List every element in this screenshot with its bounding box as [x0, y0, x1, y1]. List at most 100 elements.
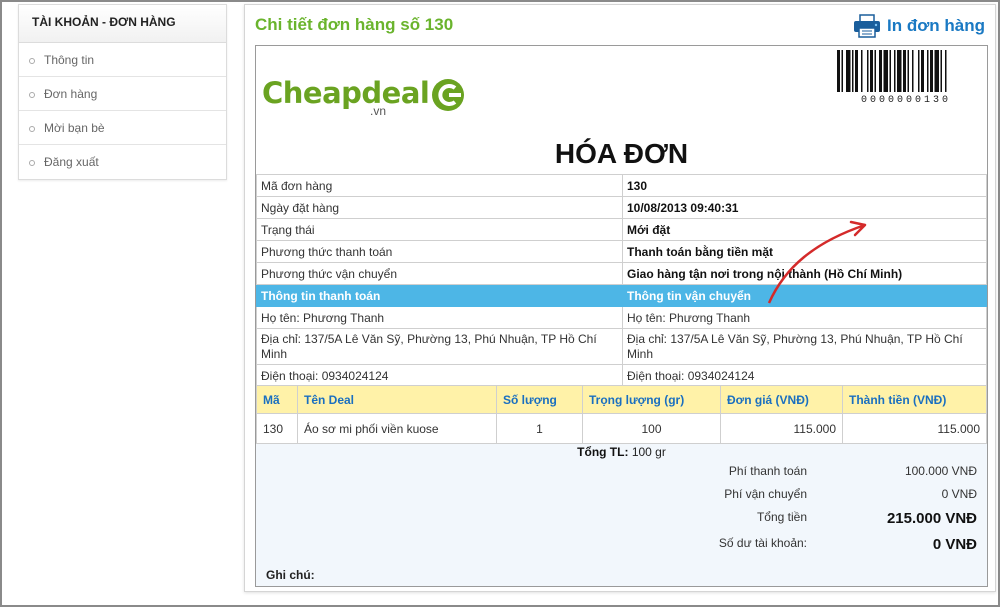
shipping-fee-value: 0 VNĐ — [941, 487, 977, 501]
logo-mark-icon — [432, 79, 465, 111]
col-header-qty: Số lượng — [496, 385, 583, 414]
item-weight: 100 — [582, 413, 721, 444]
info-label: Trạng thái — [256, 218, 623, 241]
info-row-status: Trạng thái Mới đặt — [256, 218, 987, 241]
shipping-address: Địa chỉ: 137/5A Lê Văn Sỹ, Phường 13, Ph… — [622, 328, 987, 365]
account-sidebar: TÀI KHOẢN - ĐƠN HÀNG Thông tin Đơn hàng … — [18, 4, 227, 180]
barcode-number: 0000000130 — [860, 95, 951, 106]
order-summary: Phí thanh toán 100.000 VNĐ Phí vận chuyể… — [657, 464, 977, 562]
barcode-bar — [903, 50, 906, 92]
order-info-table: Mã đơn hàng 130 Ngày đặt hàng 10/08/2013… — [256, 174, 987, 387]
order-items-table: Mã Tên Deal Số lượng Trọng lượng (gr) Đơ… — [256, 385, 987, 444]
barcode-bars — [837, 50, 947, 92]
summary-payment-fee: Phí thanh toán 100.000 VNĐ — [657, 464, 977, 478]
bullet-icon — [29, 125, 35, 132]
info-value: 130 — [622, 174, 987, 197]
balance-value: 0 VNĐ — [932, 536, 977, 553]
item-unit-price: 115.000 — [720, 413, 843, 444]
barcode-bar — [879, 50, 882, 92]
print-order-button[interactable]: In đơn hàng — [853, 14, 985, 38]
order-detail-panel: Chi tiết đơn hàng số 130 In đơn hàng Che… — [244, 4, 996, 592]
barcode-bar — [867, 50, 869, 92]
contact-address-row: Địa chỉ: 137/5A Lê Văn Sỹ, Phường 13, Ph… — [256, 328, 987, 365]
item-code: 130 — [256, 413, 298, 444]
col-header-code: Mã — [256, 385, 298, 414]
barcode: 0000000130 — [835, 50, 977, 106]
sidebar-item-orders[interactable]: Đơn hàng — [19, 77, 226, 111]
barcode-bar — [927, 50, 929, 92]
info-row-shipping-method: Phương thức vận chuyển Giao hàng tận nơi… — [256, 262, 987, 285]
sidebar-title: TÀI KHOẢN - ĐƠN HÀNG — [19, 5, 226, 43]
contact-name-row: Họ tên: Phương Thanh Họ tên: Phương Than… — [256, 306, 987, 329]
sidebar-item-invite-friends[interactable]: Mời bạn bè — [19, 111, 226, 145]
barcode-bar — [870, 50, 873, 92]
payment-phone: Điện thoại: 0934024124 — [256, 364, 623, 387]
sidebar-item-label: Thông tin — [44, 53, 95, 67]
note-label: Ghi chú: — [266, 568, 315, 582]
info-row-order-id: Mã đơn hàng 130 — [256, 174, 987, 197]
barcode-bar — [894, 50, 896, 92]
total-weight-label: Tổng TL: — [577, 445, 629, 459]
invoice-header: Cheapdeal .vn 0000000130 HÓA ĐƠN — [256, 46, 987, 174]
barcode-bar — [912, 50, 914, 92]
shipping-fee-label: Phí vận chuyển — [724, 487, 807, 501]
barcode-bar — [837, 50, 840, 92]
barcode-bar — [940, 50, 942, 92]
section-header-row: Thông tin thanh toán Thông tin vận chuyể… — [256, 284, 987, 307]
cheapdeal-logo: Cheapdeal .vn — [262, 76, 465, 118]
col-header-deal: Tên Deal — [297, 385, 497, 414]
payment-fee-value: 100.000 VNĐ — [904, 464, 977, 478]
sidebar-item-logout[interactable]: Đăng xuất — [19, 145, 226, 179]
shipping-name: Họ tên: Phương Thanh — [622, 306, 987, 329]
barcode-bar — [852, 50, 854, 92]
info-label: Phương thức vận chuyển — [256, 262, 623, 285]
contact-phone-row: Điện thoại: 0934024124 Điện thoại: 09340… — [256, 364, 987, 387]
barcode-bar — [883, 50, 888, 92]
balance-label: Số dư tài khoản: — [718, 536, 807, 550]
info-label: Mã đơn hàng — [256, 174, 623, 197]
barcode-bar — [861, 50, 863, 92]
payment-info-header: Thông tin thanh toán — [256, 284, 623, 307]
total-value: 215.000 VNĐ — [886, 510, 977, 527]
page-title: Chi tiết đơn hàng số 130 — [255, 15, 454, 34]
info-value: 10/08/2013 09:40:31 — [622, 196, 987, 219]
invoice-title: HÓA ĐƠN — [554, 138, 689, 169]
sidebar-item-info[interactable]: Thông tin — [19, 43, 226, 77]
payment-name: Họ tên: Phương Thanh — [256, 306, 623, 329]
payment-fee-label: Phí thanh toán — [728, 464, 807, 478]
total-label: Tổng tiền — [756, 510, 807, 524]
sidebar-item-label: Đơn hàng — [44, 87, 98, 101]
info-row-order-date: Ngày đặt hàng 10/08/2013 09:40:31 — [256, 196, 987, 219]
barcode-bar — [841, 50, 843, 92]
total-weight: Tổng TL: 100 gr — [256, 445, 987, 459]
barcode-bar — [846, 50, 851, 92]
print-label: In đơn hàng — [886, 16, 985, 35]
logo-suffix: .vn — [370, 104, 387, 118]
total-weight-value: 100 gr — [631, 445, 666, 459]
barcode-bar — [930, 50, 933, 92]
bullet-icon — [29, 159, 35, 166]
col-header-total: Thành tiền (VNĐ) — [842, 385, 987, 414]
barcode-bar — [907, 50, 909, 92]
barcode-bar — [889, 50, 891, 92]
sidebar-item-label: Mời bạn bè — [44, 121, 105, 135]
bullet-icon — [29, 91, 35, 98]
payment-address: Địa chỉ: 137/5A Lê Văn Sỹ, Phường 13, Ph… — [256, 328, 623, 365]
bullet-icon — [29, 57, 35, 64]
barcode-bar — [921, 50, 924, 92]
barcode-bar — [897, 50, 902, 92]
info-label: Phương thức thanh toán — [256, 240, 623, 263]
item-name: Áo sơ mi phối viền kuose — [297, 413, 497, 444]
col-header-unit-price: Đơn giá (VNĐ) — [720, 385, 843, 414]
sidebar-item-label: Đăng xuất — [44, 155, 99, 169]
table-row: 130 Áo sơ mi phối viền kuose 1 100 115.0… — [256, 413, 987, 444]
barcode-bar — [874, 50, 876, 92]
barcode-bar — [945, 50, 947, 92]
info-row-payment-method: Phương thức thanh toán Thanh toán bằng t… — [256, 240, 987, 263]
barcode-bar — [855, 50, 858, 92]
summary-shipping-fee: Phí vận chuyển 0 VNĐ — [657, 487, 977, 501]
info-label: Ngày đặt hàng — [256, 196, 623, 219]
summary-total: Tổng tiền 215.000 VNĐ — [657, 510, 977, 527]
col-header-weight: Trọng lượng (gr) — [582, 385, 721, 414]
barcode-bar — [918, 50, 920, 92]
